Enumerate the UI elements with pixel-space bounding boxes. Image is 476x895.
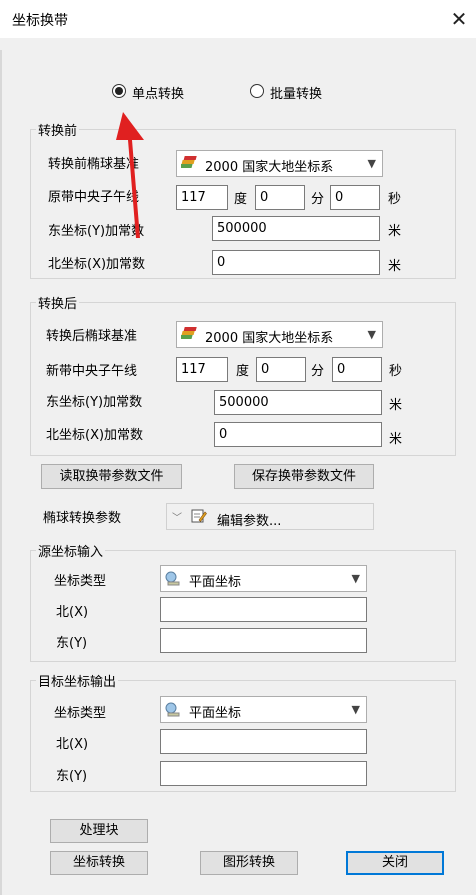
ellipsoid-params-label: 椭球转换参数 [43,511,122,526]
save-params-button[interactable]: 保存换带参数文件 [234,464,374,489]
batch-label[interactable]: 批量转换 [270,83,322,102]
chevron-down-icon: ▼ [351,703,360,716]
target-type-label: 坐标类型 [54,706,107,721]
close-button[interactable]: 关闭 [346,851,444,875]
after-east-input[interactable]: 500000 [214,390,382,415]
source-north-input[interactable] [160,597,367,622]
before-min-input[interactable]: 0 [255,185,305,210]
before-east-unit: 米 [388,224,402,239]
source-type-combo[interactable]: 平面坐标 ▼ [160,565,367,592]
after-north-input[interactable]: 0 [214,422,382,447]
process-block-button[interactable]: 处理块 [50,819,148,843]
target-group-title: 目标坐标输出 [36,671,119,690]
after-north-unit: 米 [389,432,403,447]
close-icon[interactable]: ✕ [446,6,472,32]
source-group-title: 源坐标输入 [36,541,106,560]
chevron-down-icon: ▼ [367,328,376,341]
after-east-label: 东坐标(Y)加常数 [46,395,143,410]
before-meridian-label: 原带中央子午线 [48,190,140,205]
left-border [0,50,2,895]
before-north-input[interactable]: 0 [212,250,380,275]
edit-params-combo[interactable]: ﹀ 编辑参数... [166,503,374,530]
chevron-down-icon: ▼ [351,572,360,585]
before-north-label: 北坐标(X)加常数 [48,257,146,272]
layers-icon [179,155,199,175]
source-north-label: 北(X) [56,605,89,620]
after-deg-input[interactable]: 117 [176,357,228,382]
radio-selected-dot [115,87,123,95]
before-sec-unit: 秒 [388,192,402,207]
before-ellipsoid-value: 2000 国家大地坐标系 [205,160,334,175]
edit-params-text: 编辑参数... [217,514,282,529]
target-east-input[interactable] [160,761,367,786]
before-group-title: 转换前 [36,120,80,139]
target-type-value: 平面坐标 [189,706,242,721]
after-north-label: 北坐标(X)加常数 [46,428,144,443]
graphic-convert-button[interactable]: 图形转换 [200,851,298,875]
source-type-value: 平面坐标 [189,575,242,590]
chevron-down-icon: ﹀ [172,513,182,524]
before-deg-input[interactable]: 117 [176,185,228,210]
after-meridian-label: 新带中央子午线 [46,364,138,379]
after-ellipsoid-label: 转换后椭球基准 [46,329,138,344]
chevron-down-icon: ▼ [367,157,376,170]
before-east-input[interactable]: 500000 [212,216,380,241]
layers-icon [179,326,199,346]
after-min-unit: 分 [311,364,325,379]
source-east-input[interactable] [160,628,367,653]
after-sec-unit: 秒 [389,364,403,379]
single-point-label[interactable]: 单点转换 [132,83,184,102]
after-group-title: 转换后 [36,293,80,312]
before-min-unit: 分 [311,192,325,207]
target-type-combo[interactable]: 平面坐标 ▼ [160,696,367,723]
after-deg-unit: 度 [236,364,250,379]
window-title: 坐标换带 [12,13,68,29]
after-min-input[interactable]: 0 [256,357,306,382]
before-north-unit: 米 [388,259,402,274]
title-bar [0,0,476,38]
plane-coord-icon [165,702,181,721]
target-north-input[interactable] [160,729,367,754]
after-sec-input[interactable]: 0 [332,357,382,382]
edit-icon [191,508,207,528]
before-ellipsoid-combo[interactable]: 2000 国家大地坐标系 ▼ [176,150,383,177]
before-east-label: 东坐标(Y)加常数 [48,224,145,239]
single-point-radio[interactable] [112,84,126,98]
target-east-label: 东(Y) [56,769,88,784]
after-ellipsoid-value: 2000 国家大地坐标系 [205,331,334,346]
before-ellipsoid-label: 转换前椭球基准 [48,157,140,172]
after-east-unit: 米 [389,398,403,413]
batch-radio[interactable] [250,84,264,98]
read-params-button[interactable]: 读取换带参数文件 [41,464,182,489]
target-north-label: 北(X) [56,737,89,752]
coord-convert-button[interactable]: 坐标转换 [50,851,148,875]
plane-coord-icon [165,571,181,590]
source-type-label: 坐标类型 [54,574,107,589]
before-deg-unit: 度 [234,192,248,207]
source-east-label: 东(Y) [56,636,88,651]
before-sec-input[interactable]: 0 [330,185,380,210]
after-ellipsoid-combo[interactable]: 2000 国家大地坐标系 ▼ [176,321,383,348]
